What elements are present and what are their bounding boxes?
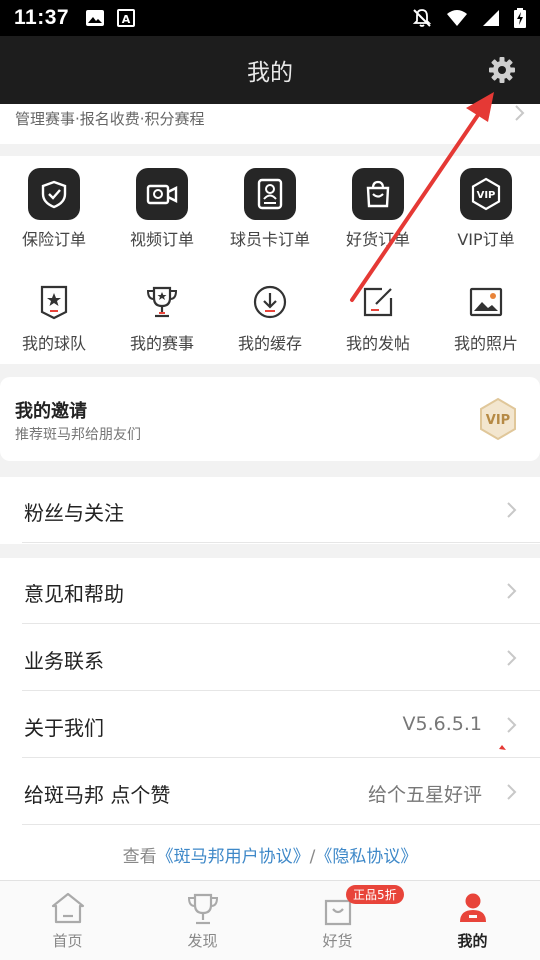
- menu-row-label: 粉丝与关注: [24, 501, 124, 525]
- divider: [22, 690, 540, 691]
- gear-icon[interactable]: [488, 56, 516, 84]
- menu-row-feedback[interactable]: 意见和帮助: [0, 558, 540, 624]
- bottom-tab-bar: 首页 发现 正品5折 好货 我的: [0, 880, 540, 960]
- grid-item-label: 视频订单: [129, 230, 194, 249]
- menu-row-label: 意见和帮助: [24, 582, 124, 606]
- fans-section: 粉丝与关注: [0, 477, 540, 544]
- menu-row-rate[interactable]: 给斑马邦 点个赞 给个五星好评: [0, 759, 540, 825]
- grid-item-label: 我的照片: [453, 334, 518, 353]
- status-time: 11:37: [14, 6, 70, 29]
- rate-value: 给个五星好评: [367, 784, 482, 806]
- menu-row-about[interactable]: 关于我们 V5.6.5.1: [0, 692, 540, 758]
- vip-badge-text: VIP: [486, 413, 510, 428]
- bell-off-icon: [412, 9, 432, 27]
- settings-menu: 意见和帮助 业务联系 关于我们 V5.6.5.1 给斑马邦 点个赞 给个五星好评: [0, 558, 540, 825]
- grid-item-video-orders[interactable]: 视频订单: [108, 156, 216, 256]
- tab-label: 我的: [457, 932, 488, 950]
- chevron-right-icon: [507, 650, 517, 666]
- app-version: V5.6.5.1: [402, 713, 482, 735]
- user-agreement-link[interactable]: 《斑马邦用户协议》: [157, 847, 310, 867]
- tab-discover[interactable]: 发现: [135, 881, 270, 960]
- vip-badge-icon: VIP: [480, 397, 516, 441]
- shortcut-grid: 保险订单 视频订单 球员卡订单 好货订单 VIP VIP订单 我的球队 我的赛事…: [0, 156, 540, 364]
- chevron-right-icon: [507, 784, 517, 800]
- invite-title: 我的邀请: [15, 401, 87, 422]
- image-icon: [86, 10, 105, 26]
- grid-item-label: 我的赛事: [129, 334, 194, 353]
- tab-home[interactable]: 首页: [0, 881, 135, 960]
- vip-hexagon-icon: VIP: [460, 168, 512, 220]
- grid-item-my-posts[interactable]: 我的发帖: [324, 260, 432, 360]
- grid-item-player-card-orders[interactable]: 球员卡订单: [216, 156, 324, 256]
- event-management-text: 管理赛事·报名收费·积分赛程: [15, 110, 205, 128]
- menu-row-business[interactable]: 业务联系: [0, 625, 540, 691]
- grid-item-goods-orders[interactable]: 好货订单: [324, 156, 432, 256]
- agreement-prefix: 查看: [122, 847, 157, 867]
- invite-subtitle: 推荐斑马邦给朋友们: [15, 427, 141, 443]
- team-badge-icon: [34, 282, 74, 322]
- tab-label: 发现: [187, 932, 218, 950]
- video-camera-icon: [136, 168, 188, 220]
- event-management-row[interactable]: 管理赛事·报名收费·积分赛程: [0, 104, 540, 144]
- divider: [22, 542, 540, 543]
- tab-label: 好货: [322, 932, 353, 950]
- menu-row-label: 业务联系: [24, 649, 104, 673]
- signal-icon: [483, 10, 499, 26]
- shield-check-icon: [28, 168, 80, 220]
- status-bar: 11:37 A: [0, 0, 540, 36]
- wifi-icon: [447, 10, 467, 26]
- chevron-right-icon: [507, 583, 517, 599]
- invite-card[interactable]: 我的邀请 推荐斑马邦给朋友们 VIP: [0, 377, 540, 461]
- player-card-icon: [244, 168, 296, 220]
- download-icon: [250, 282, 290, 322]
- trophy-icon: [187, 893, 218, 925]
- battery-charging-icon: [514, 8, 526, 28]
- user-icon: [459, 893, 486, 922]
- tab-mine[interactable]: 我的: [405, 881, 540, 960]
- privacy-agreement-link[interactable]: 《隐私协议》: [315, 847, 417, 867]
- grid-item-label: 保险订单: [21, 230, 86, 249]
- grid-item-vip-orders[interactable]: VIP VIP订单: [432, 156, 540, 256]
- tab-goods[interactable]: 正品5折 好货: [270, 881, 405, 960]
- grid-item-label: 球员卡订单: [229, 230, 310, 249]
- grid-item-label: 我的球队: [21, 334, 86, 353]
- grid-item-my-photos[interactable]: 我的照片: [432, 260, 540, 360]
- title-bar: 我的: [0, 36, 540, 104]
- grid-item-insurance-orders[interactable]: 保险订单: [0, 156, 108, 256]
- edit-post-icon: [358, 282, 398, 322]
- grid-item-my-events[interactable]: 我的赛事: [108, 260, 216, 360]
- shopping-bag-icon: [352, 168, 404, 220]
- menu-row-fans[interactable]: 粉丝与关注: [0, 477, 540, 543]
- divider: [22, 623, 540, 624]
- chevron-right-icon: [515, 105, 525, 121]
- divider: [22, 757, 540, 758]
- chevron-right-icon: [507, 717, 517, 733]
- goods-discount-badge: 正品5折: [346, 885, 404, 904]
- grid-item-label: VIP订单: [457, 230, 515, 249]
- grid-item-label: 我的发帖: [345, 334, 410, 353]
- font-icon: A: [117, 9, 136, 27]
- menu-row-label: 给斑马邦 点个赞: [24, 783, 171, 807]
- grid-item-my-team[interactable]: 我的球队: [0, 260, 108, 360]
- svg-text:VIP: VIP: [477, 190, 496, 201]
- grid-item-label: 我的缓存: [237, 334, 302, 353]
- agreement-line: 查看《斑马邦用户协议》/《隐私协议》: [0, 825, 540, 880]
- chevron-right-icon: [507, 502, 517, 518]
- menu-row-label: 关于我们: [24, 716, 104, 740]
- tab-label: 首页: [52, 932, 83, 950]
- home-icon: [51, 892, 84, 924]
- trophy-icon: [142, 282, 182, 322]
- photo-icon: [466, 282, 506, 322]
- page-title: 我的: [247, 60, 293, 86]
- svg-text:A: A: [122, 13, 131, 26]
- grid-item-my-cache[interactable]: 我的缓存: [216, 260, 324, 360]
- grid-item-label: 好货订单: [345, 230, 410, 249]
